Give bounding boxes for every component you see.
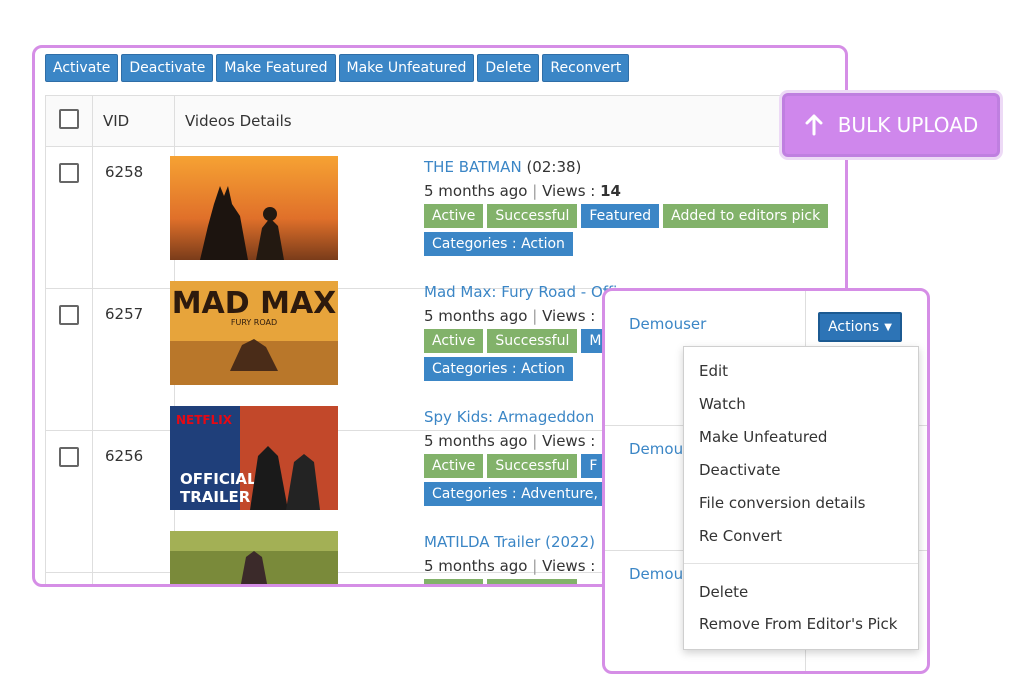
- vid-header: VID: [92, 95, 175, 147]
- video-info: MATILDA Trailer (2022) 5 months ago | Vi…: [424, 533, 596, 584]
- menu-item-edit[interactable]: Edit: [699, 362, 728, 380]
- make-featured-button[interactable]: Make Featured: [216, 54, 336, 82]
- video-title-link[interactable]: Mad Max: Fury Road - Offi: [424, 283, 617, 301]
- netflix-logo-text: NETFLIX: [176, 413, 233, 427]
- video-thumbnail[interactable]: [170, 531, 338, 584]
- official-text: OFFICIAL: [180, 470, 257, 488]
- video-thumbnail[interactable]: [170, 156, 338, 260]
- conversion-badge: Successful: [487, 329, 578, 353]
- uploader-link[interactable]: Demouser: [629, 315, 706, 333]
- conversion-badge: Successful: [487, 454, 578, 478]
- bulk-action-bar: Activate Deactivate Make Featured Make U…: [45, 54, 630, 82]
- menu-item-file-conversion-details[interactable]: File conversion details: [699, 494, 865, 512]
- batman-thumbnail-image: [170, 156, 338, 260]
- featured-badge: Featured: [581, 204, 660, 228]
- actions-popup: Demouser Demou Demou Actions ▼ Edit Watc…: [602, 288, 930, 674]
- status-badge: Active: [424, 579, 484, 584]
- menu-divider: [684, 563, 918, 564]
- uploader-link[interactable]: Demou: [629, 440, 683, 458]
- status-badge: Active: [424, 329, 484, 353]
- vid-cell: 6255: [92, 572, 175, 584]
- category-badge: Categories : Action: [424, 357, 573, 381]
- video-age: 5 months ago: [424, 307, 528, 325]
- menu-item-watch[interactable]: Watch: [699, 395, 746, 413]
- views-count: 14: [600, 182, 621, 200]
- menu-item-remove-editors-pick[interactable]: Remove From Editor's Pick: [699, 615, 898, 633]
- menu-item-deactivate[interactable]: Deactivate: [699, 461, 780, 479]
- editors-pick-badge: Added to editors pick: [663, 204, 829, 228]
- views-label: Views :: [542, 307, 596, 325]
- matilda-thumbnail-image: [170, 531, 338, 584]
- caret-down-icon: ▼: [884, 321, 892, 333]
- vid-cell: 6257: [92, 288, 175, 431]
- menu-item-delete[interactable]: Delete: [699, 583, 748, 601]
- madmax-logo-text: MAD MAX: [172, 286, 337, 321]
- row-checkbox[interactable]: [59, 163, 79, 183]
- video-duration: (02:38): [526, 158, 582, 176]
- deactivate-button[interactable]: Deactivate: [121, 54, 214, 82]
- madmax-thumbnail-image: MAD MAX FURY ROAD: [170, 281, 338, 385]
- vid-cell: 6258: [92, 146, 175, 289]
- arrow-up-icon: [805, 114, 823, 136]
- madmax-sub-text: FURY ROAD: [231, 318, 277, 327]
- bulk-upload-button[interactable]: BULK UPLOAD: [782, 93, 1000, 157]
- row-checkbox[interactable]: [59, 447, 79, 467]
- category-badge: Categories : Action: [424, 232, 573, 256]
- video-title-link[interactable]: MATILDA Trailer (2022): [424, 533, 595, 551]
- conversion-badge: Successful: [487, 204, 578, 228]
- video-age: 5 months ago: [424, 182, 528, 200]
- select-all-checkbox[interactable]: [59, 109, 79, 129]
- activate-button[interactable]: Activate: [45, 54, 119, 82]
- trailer-text: TRAILER: [180, 488, 251, 506]
- video-title-link[interactable]: THE BATMAN: [424, 158, 522, 176]
- views-label: Views :: [542, 432, 596, 450]
- actions-dropdown-menu: Edit Watch Make Unfeatured Deactivate Fi…: [683, 346, 919, 650]
- row-checkbox[interactable]: [59, 305, 79, 325]
- spykids-thumbnail-image: NETFLIX OFFICIAL TRAILER: [170, 406, 338, 510]
- reconvert-button[interactable]: Reconvert: [542, 54, 630, 82]
- video-thumbnail[interactable]: MAD MAX FURY ROAD: [170, 281, 338, 385]
- video-info: Mad Max: Fury Road - Offi 5 months ago |…: [424, 283, 617, 381]
- video-title-link[interactable]: Spy Kids: Armageddon: [424, 408, 594, 426]
- table-header-row: VID Videos Details: [45, 95, 845, 147]
- views-label: Views :: [542, 557, 596, 575]
- actions-dropdown-button[interactable]: Actions ▼: [818, 312, 902, 342]
- bulk-upload-label: BULK UPLOAD: [837, 113, 979, 137]
- video-thumbnail[interactable]: NETFLIX OFFICIAL TRAILER: [170, 406, 338, 510]
- select-all-cell: [45, 95, 93, 147]
- vid-cell: 6256: [92, 430, 175, 573]
- views-label: Views :: [542, 182, 596, 200]
- category-badge: Categories : Adventure,: [424, 482, 606, 506]
- video-info: THE BATMAN (02:38) 5 months ago | Views …: [424, 158, 845, 256]
- status-badge: Active: [424, 454, 484, 478]
- menu-item-re-convert[interactable]: Re Convert: [699, 527, 782, 545]
- video-info: Spy Kids: Armageddon 5 months ago | View…: [424, 408, 606, 506]
- conversion-badge: Successful: [487, 579, 578, 584]
- video-age: 5 months ago: [424, 557, 528, 575]
- actions-label: Actions: [828, 319, 880, 335]
- uploader-link[interactable]: Demou: [629, 565, 683, 583]
- menu-item-make-unfeatured[interactable]: Make Unfeatured: [699, 428, 827, 446]
- details-header: Videos Details: [174, 95, 845, 147]
- video-age: 5 months ago: [424, 432, 528, 450]
- status-badge: Active: [424, 204, 484, 228]
- delete-button[interactable]: Delete: [477, 54, 540, 82]
- make-unfeatured-button[interactable]: Make Unfeatured: [338, 54, 475, 82]
